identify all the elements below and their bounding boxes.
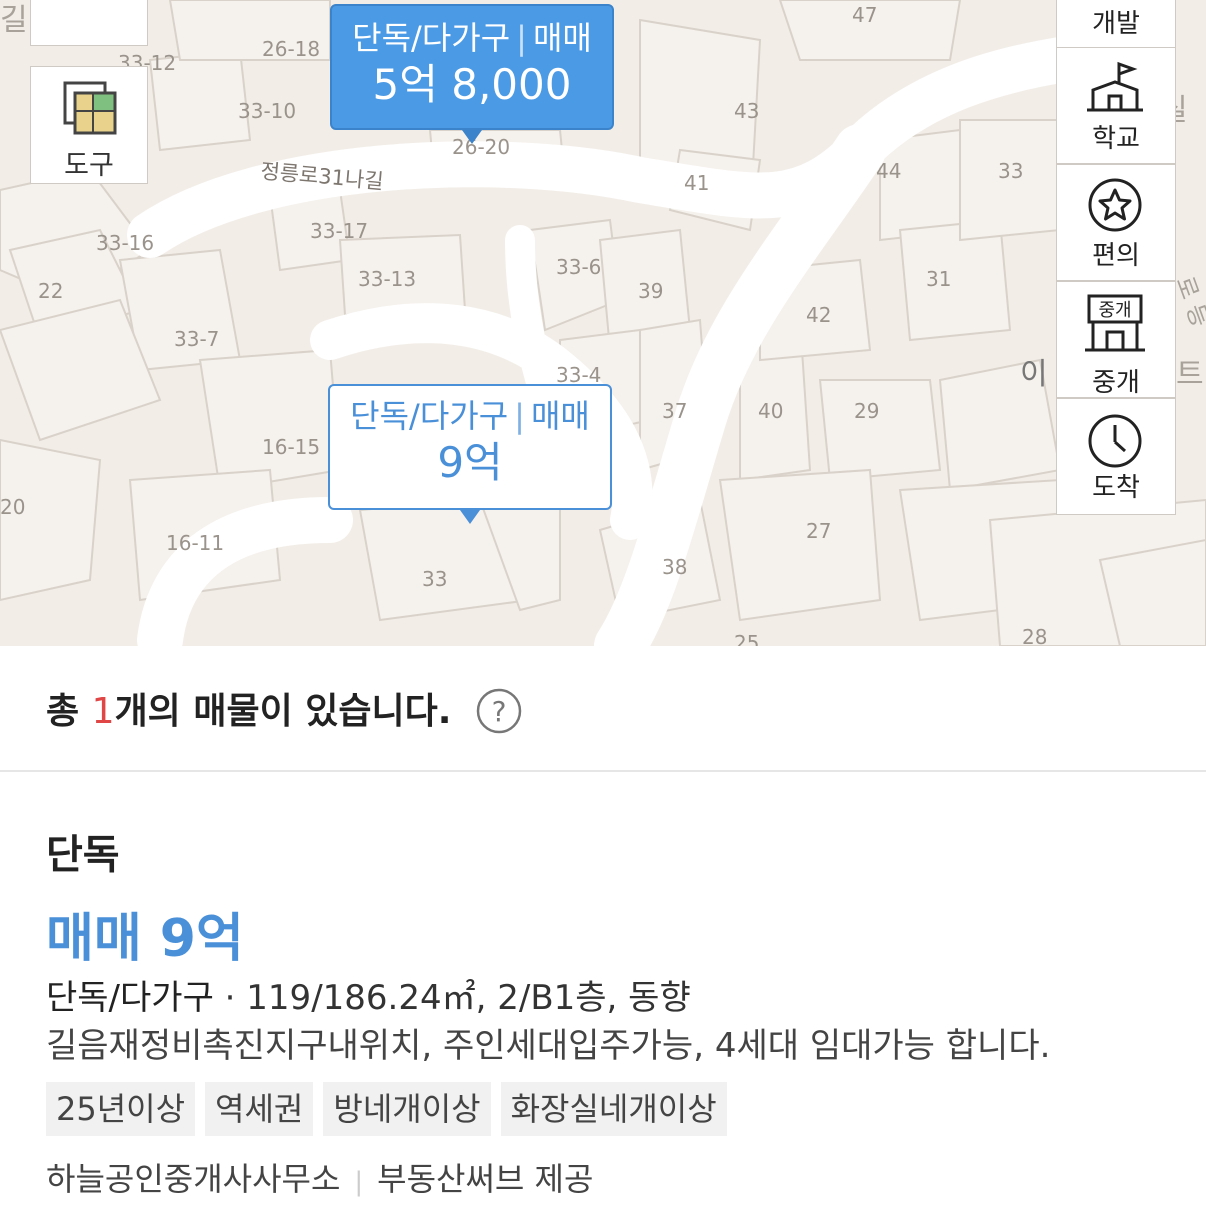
agency-icon: 중개 [1085,294,1145,352]
tool-icon [63,81,117,135]
school-icon [1087,61,1143,112]
property-tags: 25년이상 역세권 방네개이상 화장실네개이상 [46,1082,727,1136]
side-item-agency[interactable]: 중개 중개 [1056,281,1176,398]
marker-tail [462,130,482,144]
svg-text:33-10: 33-10 [238,99,296,123]
side-item-label: 중개 [1092,368,1140,398]
clock-icon [1088,414,1142,468]
svg-text:16-11: 16-11 [166,531,224,555]
side-item-school[interactable]: 학교 [1056,47,1176,164]
svg-text:?: ? [492,695,507,728]
side-item-convenience[interactable]: 편의 [1056,164,1176,281]
svg-text:트: 트 [1176,357,1204,392]
parcel [0,438,102,602]
svg-text:26-18: 26-18 [262,37,320,61]
parcel [898,218,1012,342]
svg-text:28: 28 [1022,625,1047,646]
svg-text:47: 47 [852,3,877,27]
tag: 25년이상 [46,1082,196,1136]
svg-text:40: 40 [758,399,783,423]
svg-text:33-7: 33-7 [174,327,219,351]
tag: 화장실네개이상 [500,1082,727,1136]
marker-price: 9억 [437,438,503,487]
marker-type-line: 단독/다가구 | 매매 [352,19,592,57]
svg-text:39: 39 [638,279,663,303]
svg-text:27: 27 [806,519,831,543]
agency-name: 하늘공인중개사사무소 [46,1160,341,1198]
listing-count: 총 1개의 매물이 있습니다. [46,691,452,732]
svg-text:16-15: 16-15 [262,435,320,459]
svg-text:42: 42 [806,303,831,327]
agency-line: 하늘공인중개사사무소 | 부동산써브 제공 [46,1160,594,1198]
side-item-label: 개발 [1092,9,1140,39]
data-provider: 부동산써브 제공 [377,1160,594,1198]
svg-text:31: 31 [926,267,951,291]
property-price: 매매 9억 [46,909,244,969]
side-item-development[interactable]: 개발 [1056,0,1176,48]
price-marker-selected[interactable]: 단독/다가구 | 매매 5억 8,000 [330,4,614,144]
side-item-label: 도착 [1092,473,1140,503]
property-spec: 단독/다가구 · 119/186.24㎡, 2/B1층, 동향 [46,978,691,1018]
marker-tail [460,510,480,524]
star-icon [1088,178,1142,232]
svg-text:20: 20 [0,495,25,519]
svg-text:33: 33 [422,567,447,591]
svg-text:29: 29 [854,399,879,423]
svg-text:25: 25 [734,631,759,646]
parcel [818,379,942,482]
tag: 역세권 [205,1082,314,1136]
svg-text:38: 38 [662,555,687,579]
svg-text:37: 37 [662,399,687,423]
svg-text:44: 44 [876,159,901,183]
svg-text:22: 22 [38,279,63,303]
tool-label: 도구 [64,150,114,181]
tag: 방네개이상 [323,1082,491,1136]
svg-text:33-17: 33-17 [310,219,368,243]
divider [0,770,1206,772]
svg-text:33-6: 33-6 [556,255,601,279]
property-description: 길음재정비촉진지구내위치, 주인세대입주가능, 4세대 임대가능 합니다. [46,1026,1051,1066]
parcel [718,468,882,622]
help-icon[interactable]: ? [476,688,522,734]
side-item-label: 편의 [1092,241,1140,271]
price-marker[interactable]: 단독/다가구 | 매매 9억 [328,384,612,524]
side-item-arrival[interactable]: 도착 [1056,398,1176,515]
svg-text:이: 이 [1020,357,1048,392]
layer-button[interactable] [30,0,148,46]
svg-text:33: 33 [998,159,1023,183]
tool-button[interactable]: 도구 [30,66,148,184]
map-view[interactable]: 47 26-18 33-12 33-10 26-20 43 41 44 33 3… [0,0,1206,646]
marker-type-line: 단독/다가구 | 매매 [350,397,590,435]
svg-text:41: 41 [684,171,709,195]
svg-text:33-16: 33-16 [96,231,154,255]
svg-text:33-13: 33-13 [358,267,416,291]
property-type: 단독 [46,832,120,878]
svg-text:중개: 중개 [1098,300,1131,321]
side-item-label: 학교 [1092,124,1140,154]
svg-text:43: 43 [734,99,759,123]
marker-price: 5억 8,000 [372,60,572,109]
